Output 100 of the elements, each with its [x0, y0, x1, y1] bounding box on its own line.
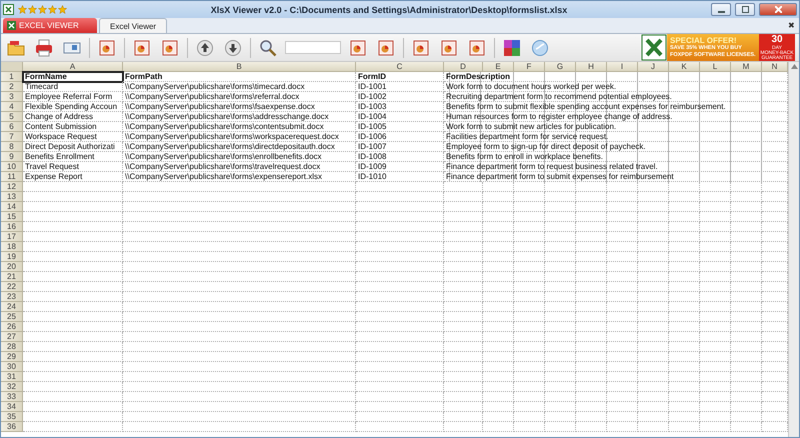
table-cell: [545, 402, 576, 412]
chart-document-icon: [468, 38, 486, 56]
table-cell: [700, 252, 731, 262]
row-header[interactable]: 15: [1, 212, 23, 222]
column-header[interactable]: B: [123, 62, 356, 72]
table-cell: [700, 262, 731, 272]
row-header[interactable]: 12: [1, 182, 23, 192]
row-header[interactable]: 35: [1, 412, 23, 422]
row-header[interactable]: 1: [1, 72, 23, 82]
column-header[interactable]: J: [638, 62, 669, 72]
table-cell: [545, 182, 576, 192]
column-header[interactable]: F: [514, 62, 545, 72]
table-cell: [576, 182, 607, 192]
row-header[interactable]: 18: [1, 242, 23, 252]
table-cell: [483, 302, 514, 312]
table-cell: ID-1007: [356, 142, 444, 152]
table-cell: [669, 242, 700, 252]
row-header[interactable]: 2: [1, 82, 23, 92]
ribbon-tab[interactable]: Excel Viewer: [99, 18, 168, 33]
table-cell: [483, 322, 514, 332]
row-header[interactable]: 16: [1, 222, 23, 232]
row-header[interactable]: 19: [1, 252, 23, 262]
row-header[interactable]: 27: [1, 332, 23, 342]
column-header[interactable]: D: [444, 62, 483, 72]
table-cell: [483, 402, 514, 412]
table-cell: [700, 412, 731, 422]
column-header[interactable]: C: [356, 62, 444, 72]
table-cell: ID-1005: [356, 122, 444, 132]
table-cell: [444, 352, 483, 362]
row-header[interactable]: 34: [1, 402, 23, 412]
chart-document-icon: [98, 38, 116, 56]
row-header[interactable]: 24: [1, 302, 23, 312]
row-header[interactable]: 26: [1, 322, 23, 332]
table-cell: [700, 402, 731, 412]
table-cell: [638, 272, 669, 282]
table-cell: \\CompanyServer\publicshare\forms\addresschange.docx: [123, 112, 356, 122]
row-header[interactable]: 30: [1, 362, 23, 372]
column-header[interactable]: H: [576, 62, 607, 72]
row-header[interactable]: 20: [1, 262, 23, 272]
column-header[interactable]: A: [23, 62, 123, 72]
row-header[interactable]: 25: [1, 312, 23, 322]
table-cell: [731, 242, 762, 252]
row-header[interactable]: 21: [1, 272, 23, 282]
row-header[interactable]: 17: [1, 232, 23, 242]
row-header[interactable]: 28: [1, 342, 23, 352]
maximize-button[interactable]: [735, 3, 755, 16]
table-cell: [731, 202, 762, 212]
search-field[interactable]: [285, 41, 341, 54]
row-header[interactable]: 33: [1, 392, 23, 402]
row-header[interactable]: 3: [1, 92, 23, 102]
row-header[interactable]: 31: [1, 372, 23, 382]
table-cell: [607, 372, 638, 382]
close-button[interactable]: [759, 3, 797, 16]
table-cell: [638, 422, 669, 432]
table-cell: [444, 332, 483, 342]
column-header[interactable]: L: [700, 62, 731, 72]
row-header[interactable]: 7: [1, 132, 23, 142]
row-header[interactable]: 4: [1, 102, 23, 112]
column-header[interactable]: G: [545, 62, 576, 72]
row-header[interactable]: 36: [1, 422, 23, 432]
table-cell: [545, 272, 576, 282]
row-header[interactable]: 6: [1, 122, 23, 132]
table-cell: [444, 412, 483, 422]
column-header[interactable]: E: [483, 62, 514, 72]
row-header[interactable]: 23: [1, 292, 23, 302]
vertical-scrollbar[interactable]: [788, 62, 799, 437]
close-ribbon-button[interactable]: ✖: [788, 21, 795, 33]
chart-document-icon: [412, 38, 430, 56]
minimize-button[interactable]: [711, 3, 731, 16]
column-header[interactable]: I: [607, 62, 638, 72]
table-cell: [514, 222, 545, 232]
table-cell: [638, 202, 669, 212]
table-cell: [514, 392, 545, 402]
table-cell: [731, 402, 762, 412]
table-cell: [483, 182, 514, 192]
column-header[interactable]: N: [762, 62, 788, 72]
print-button[interactable]: [33, 36, 55, 58]
row-header[interactable]: 22: [1, 282, 23, 292]
table-cell: [700, 182, 731, 192]
table-cell: [483, 332, 514, 342]
row-header[interactable]: 11: [1, 172, 23, 182]
table-cell: [514, 332, 545, 342]
table-cell: [444, 252, 483, 262]
row-header[interactable]: 32: [1, 382, 23, 392]
app-menu-button[interactable]: EXCEL VIEWER: [3, 18, 97, 33]
table-cell: [607, 392, 638, 402]
row-header[interactable]: 8: [1, 142, 23, 152]
row-header[interactable]: 5: [1, 112, 23, 122]
row-header[interactable]: 10: [1, 162, 23, 172]
table-cell: [483, 362, 514, 372]
row-header[interactable]: 13: [1, 192, 23, 202]
table-cell: [731, 372, 762, 382]
row-header[interactable]: 29: [1, 352, 23, 362]
table-cell: [669, 422, 700, 432]
column-header[interactable]: M: [731, 62, 762, 72]
table-cell: [576, 342, 607, 352]
column-header[interactable]: K: [669, 62, 700, 72]
row-header[interactable]: 14: [1, 202, 23, 212]
row-header[interactable]: 9: [1, 152, 23, 162]
table-cell: [669, 262, 700, 272]
